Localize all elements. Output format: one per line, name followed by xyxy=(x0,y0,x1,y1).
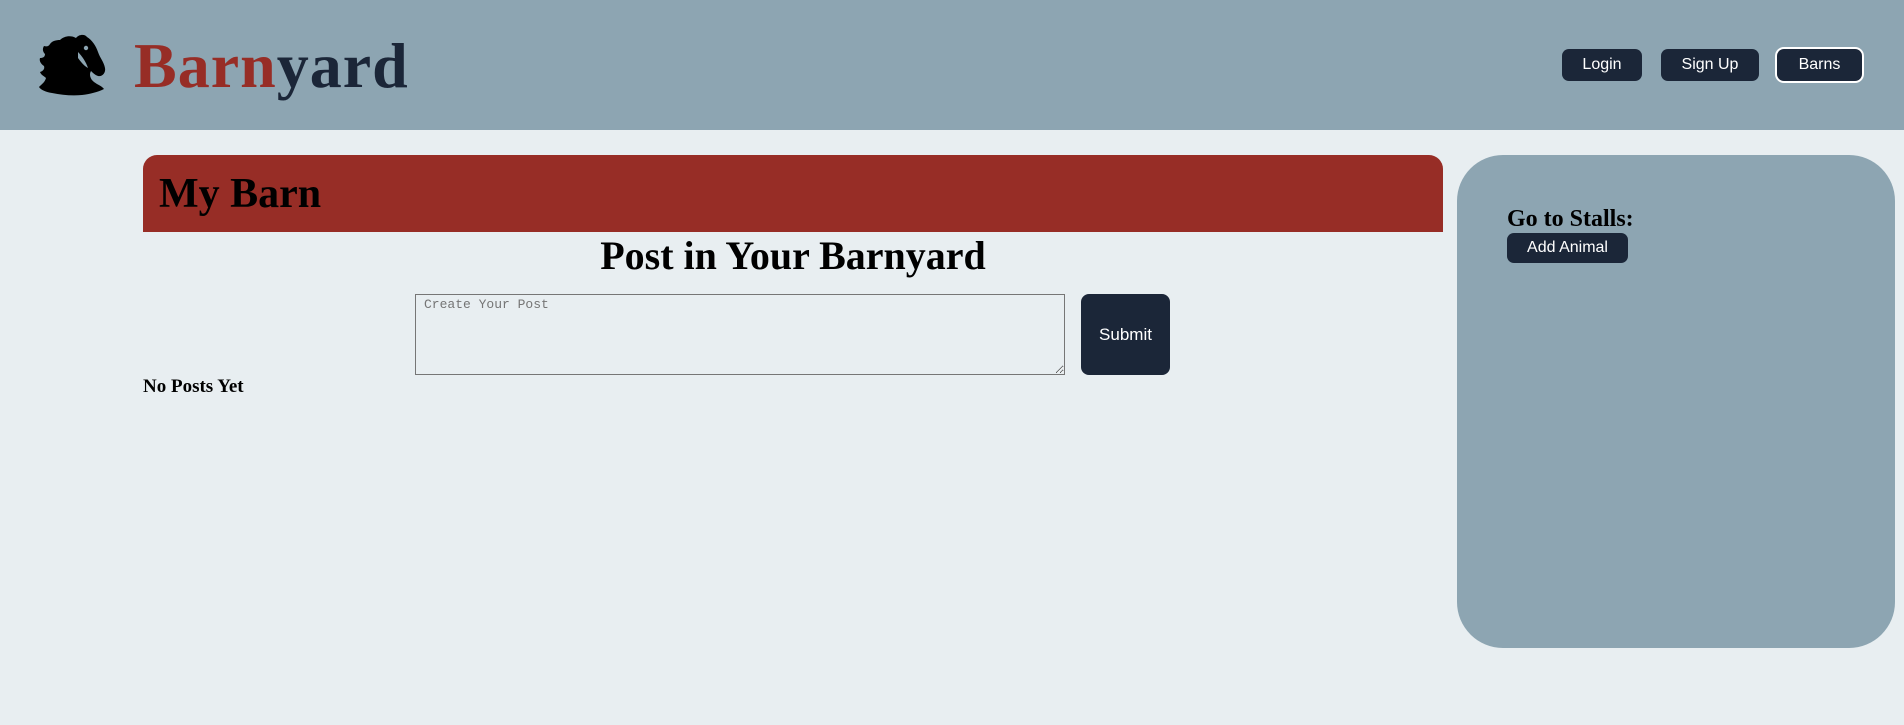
empty-posts-message: No Posts Yet xyxy=(143,376,244,397)
signup-button[interactable]: Sign Up xyxy=(1661,49,1759,81)
horse-head-icon[interactable] xyxy=(38,34,106,96)
brand-barn: Barn xyxy=(134,30,277,101)
login-button[interactable]: Login xyxy=(1562,49,1642,81)
site-header: Barnyard Login Sign Up Barns xyxy=(0,0,1904,130)
post-heading: Post in Your Barnyard xyxy=(600,233,986,278)
add-animal-button[interactable]: Add Animal xyxy=(1507,233,1628,263)
stalls-heading: Go to Stalls: xyxy=(1507,206,1634,232)
create-post-input[interactable] xyxy=(415,294,1065,375)
stalls-sidebar: Go to Stalls: Add Animal xyxy=(1457,155,1895,648)
brand-yard: yard xyxy=(276,30,409,101)
page-title: My Barn xyxy=(159,171,322,217)
brand-logo-text[interactable]: Barnyard xyxy=(134,28,409,104)
barn-title-bar: My Barn xyxy=(143,155,1443,232)
barns-button[interactable]: Barns xyxy=(1777,49,1862,81)
submit-post-button[interactable]: Submit xyxy=(1081,294,1170,375)
